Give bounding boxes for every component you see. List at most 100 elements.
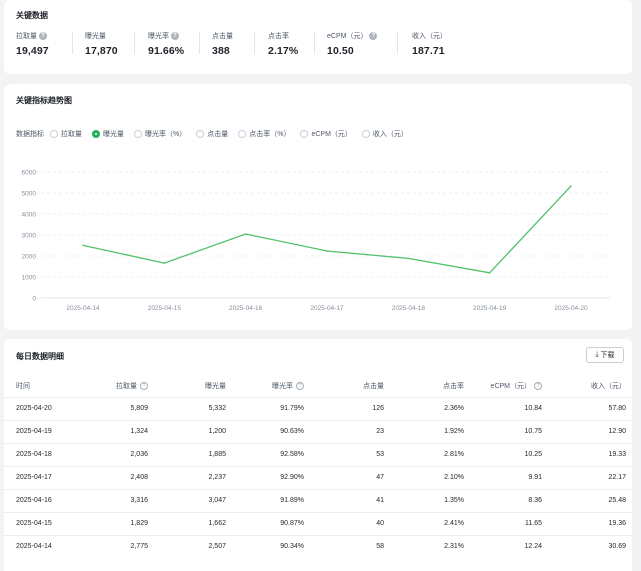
table-cell: 10.75 bbox=[470, 419, 548, 443]
table-cell: 2.41% bbox=[390, 511, 470, 535]
table-cell: 1,885 bbox=[154, 442, 232, 466]
table-cell: 2025-04-14 bbox=[4, 534, 94, 558]
metric-divider bbox=[397, 32, 398, 54]
metric-2: 曝光率? 91.66% bbox=[148, 31, 184, 57]
table-cell: 2025-04-19 bbox=[4, 419, 94, 443]
table-cell: 5,809 bbox=[94, 396, 154, 420]
data-point[interactable] bbox=[326, 250, 328, 252]
metric-label: 点击率 bbox=[268, 31, 298, 41]
column-header: 收入（元） bbox=[548, 375, 632, 397]
metric-label-text: 曝光率 bbox=[148, 33, 169, 40]
data-point[interactable] bbox=[407, 257, 410, 260]
metric-value: 388 bbox=[212, 45, 230, 57]
table-cell: 2,237 bbox=[154, 465, 232, 489]
trend-line-chart: 0 1000 2000 3000 4000 5000 6000 2025-04-14 2025-… bbox=[22, 170, 610, 312]
table-cell: 92.58% bbox=[232, 442, 310, 466]
column-header-label: 点击率 bbox=[443, 382, 464, 390]
download-icon: ⤓ bbox=[595, 351, 599, 358]
table-header-row: 时间 拉取量? 曝光量 曝光率? 点击量 点击率 eCPM（元）? 收入（元） bbox=[4, 375, 632, 397]
column-header-label: 曝光量 bbox=[205, 382, 226, 390]
metric-divider bbox=[199, 32, 200, 54]
metric-label-text: eCPM（元） bbox=[327, 33, 368, 40]
help-icon[interactable]: ? bbox=[534, 381, 542, 390]
help-icon[interactable]: ? bbox=[296, 381, 304, 390]
table-cell: 2025-04-15 bbox=[4, 511, 94, 535]
help-icon[interactable]: ? bbox=[39, 32, 47, 40]
x-tick-label: 2025-04-16 bbox=[229, 305, 263, 312]
table-cell: 3,316 bbox=[94, 488, 154, 512]
daily-detail-table: 时间 拉取量? 曝光量 曝光率? 点击量 点击率 eCPM（元）? 收入（元） 2025-04… bbox=[4, 375, 632, 558]
table-cell: 90.34% bbox=[232, 534, 310, 558]
table-cell: 19.36 bbox=[548, 511, 632, 535]
y-tick-label: 4000 bbox=[22, 212, 37, 219]
x-tick-label: 2025-04-18 bbox=[392, 305, 426, 312]
table-cell: 12.90 bbox=[548, 419, 632, 443]
data-point[interactable] bbox=[244, 233, 247, 235]
table-row: 2025-04-14 2,775 2,507 90.34% 58 2.31% 12.24 30… bbox=[4, 534, 632, 558]
table-cell: 25.48 bbox=[548, 488, 632, 512]
table-cell: 2,775 bbox=[94, 534, 154, 558]
table-cell: 1,200 bbox=[154, 419, 232, 443]
metric-value: 10.50 bbox=[327, 45, 354, 57]
table-cell: 11.65 bbox=[470, 511, 548, 535]
table-cell: 58 bbox=[310, 534, 390, 558]
metric-value: 91.66% bbox=[148, 45, 185, 57]
table-cell: 2.81% bbox=[390, 442, 470, 466]
table-cell: 91.79% bbox=[232, 396, 310, 420]
data-point[interactable] bbox=[488, 272, 491, 274]
metric-value: 17,870 bbox=[85, 45, 118, 57]
table-cell: 2025-04-17 bbox=[4, 465, 94, 489]
table-cell: 40 bbox=[310, 511, 390, 535]
metric-5: eCPM（元）? 10.50 bbox=[327, 31, 378, 57]
daily-detail-card: 每日数据明细 ⤓ 下载 时间 拉取量? 曝光量 曝光率? 点击量 点击率 eCPM（元）? 收… bbox=[4, 339, 632, 571]
table-cell: 10.25 bbox=[470, 442, 548, 466]
download-button[interactable]: ⤓ 下载 bbox=[586, 347, 624, 363]
data-point[interactable] bbox=[570, 185, 572, 187]
metric-1: 曝光量 17,870 bbox=[85, 31, 118, 57]
help-icon[interactable]: ? bbox=[171, 32, 179, 40]
table-cell: 9.91 bbox=[470, 465, 548, 489]
metric-divider bbox=[254, 32, 255, 54]
column-header-label: 拉取量 bbox=[116, 382, 137, 390]
table-cell: 3,047 bbox=[154, 488, 232, 512]
metric-divider bbox=[72, 32, 73, 54]
metric-3: 点击量 388 bbox=[212, 31, 233, 57]
metric-value: 2.17% bbox=[268, 45, 299, 57]
series-line bbox=[82, 185, 572, 274]
column-header-label: 点击量 bbox=[363, 382, 384, 390]
y-tick-label: 5000 bbox=[22, 191, 37, 198]
metric-divider bbox=[134, 32, 135, 54]
table-cell: 2.10% bbox=[390, 465, 470, 489]
data-point[interactable] bbox=[163, 262, 166, 264]
metric-label-text: 收入（元） bbox=[412, 33, 447, 40]
table-cell: 22.17 bbox=[548, 465, 632, 489]
metric-label: eCPM（元）? bbox=[327, 31, 378, 41]
metric-label: 曝光量 bbox=[85, 31, 118, 41]
y-tick-label: 3000 bbox=[22, 233, 37, 240]
table-cell: 2,507 bbox=[154, 534, 232, 558]
daily-detail-title: 每日数据明细 bbox=[16, 352, 64, 361]
column-header: 拉取量? bbox=[94, 375, 154, 397]
data-point[interactable] bbox=[82, 244, 84, 247]
table-cell: 23 bbox=[310, 419, 390, 443]
table-cell: 47 bbox=[310, 465, 390, 489]
table-cell: 1,324 bbox=[94, 419, 154, 443]
download-label: 下载 bbox=[600, 352, 615, 359]
x-tick-label: 2025-04-15 bbox=[148, 305, 182, 312]
table-cell: 90.63% bbox=[232, 419, 310, 443]
table-row: 2025-04-18 2,036 1,885 92.58% 53 2.81% 10.25 19… bbox=[4, 442, 632, 466]
table-cell: 2025-04-20 bbox=[4, 396, 94, 420]
column-header: 曝光率? bbox=[232, 375, 310, 397]
help-icon[interactable]: ? bbox=[140, 381, 148, 390]
metric-label: 点击量 bbox=[212, 31, 233, 41]
table-row: 2025-04-19 1,324 1,200 90.63% 23 1.92% 10.75 12… bbox=[4, 419, 632, 443]
help-icon[interactable]: ? bbox=[369, 32, 378, 40]
metric-value: 19,497 bbox=[16, 45, 49, 57]
table-cell: 41 bbox=[310, 488, 390, 512]
table-row: 2025-04-20 5,809 5,332 91.79% 126 2.36% 10.84 5… bbox=[4, 396, 632, 420]
table-cell: 2.36% bbox=[390, 396, 470, 420]
table-cell: 12.24 bbox=[470, 534, 548, 558]
table-cell: 53 bbox=[310, 442, 390, 466]
column-header: 曝光量 bbox=[154, 375, 232, 397]
key-metrics-title: 关键数据 bbox=[16, 11, 48, 20]
